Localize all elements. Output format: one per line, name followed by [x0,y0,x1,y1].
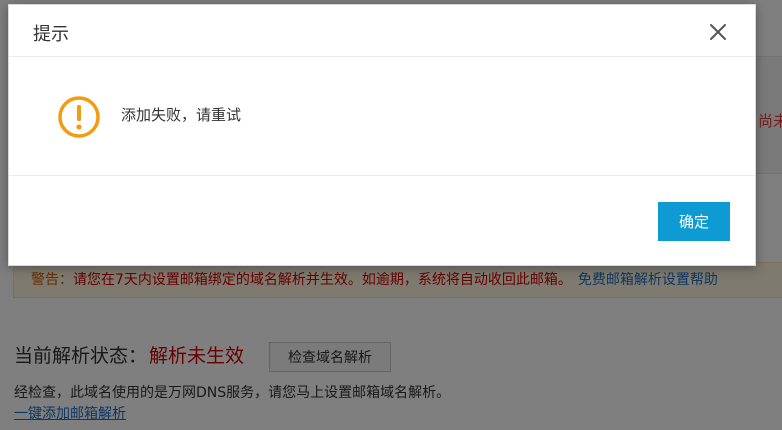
dialog-header: 提示 [9,5,755,57]
dialog-title: 提示 [33,24,69,45]
warning-icon [58,96,100,138]
dialog-message: 添加失败，请重试 [121,106,242,124]
confirm-button[interactable]: 确定 [658,202,730,241]
dialog-body: 添加失败，请重试 [9,57,755,176]
alert-dialog: 提示 添加失败，请重试 确定 [8,4,756,266]
close-button[interactable] [703,17,733,47]
close-icon [710,24,726,40]
